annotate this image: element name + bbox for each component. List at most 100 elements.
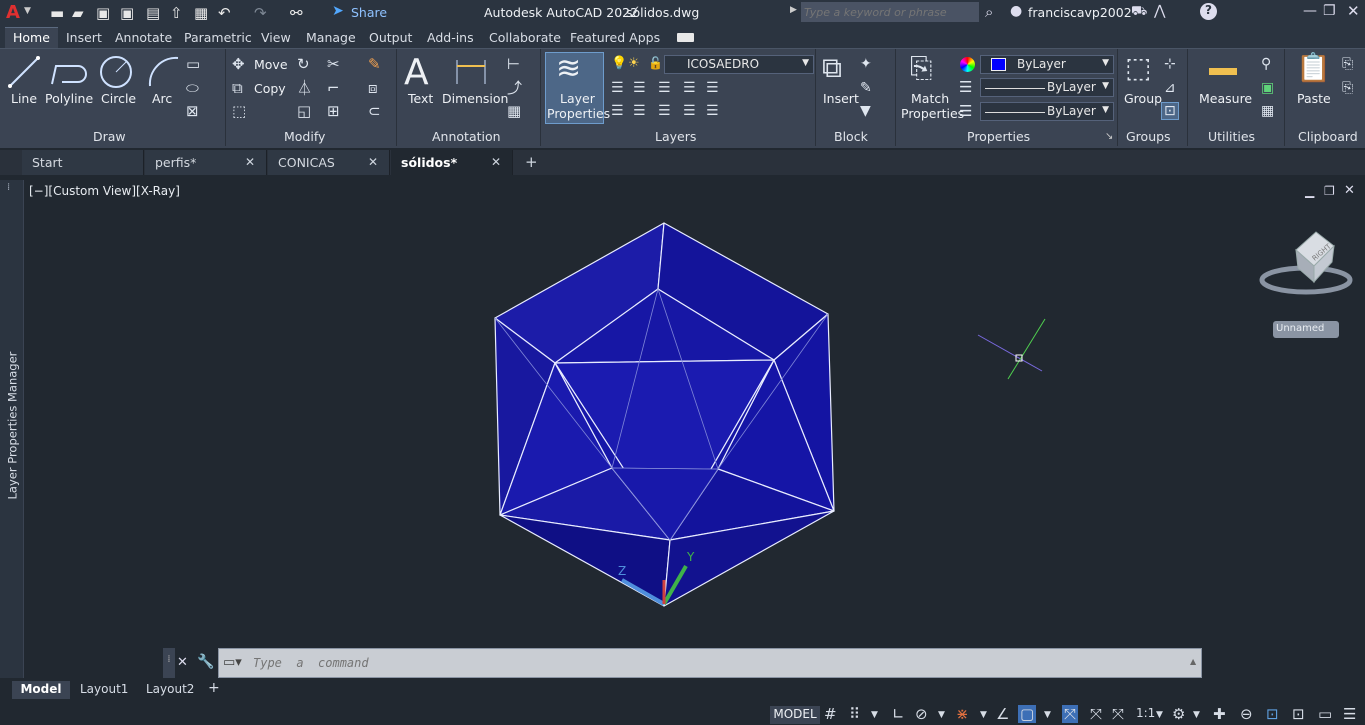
tab-addins[interactable]: Add-ins (427, 30, 474, 45)
viewport-controls-label[interactable]: [−][Custom View][X-Ray] (29, 184, 180, 198)
insert-button[interactable]: Insert (823, 91, 859, 106)
snap-icon[interactable]: ⠿ (849, 705, 860, 723)
layer-tools-4-icon[interactable]: ☰ (683, 81, 696, 95)
group-icon[interactable]: ⬚ (1125, 54, 1151, 82)
annotation-visibility-icon[interactable]: ⤧ (1062, 705, 1079, 723)
clean-screen-icon[interactable]: ▭ (1318, 705, 1332, 723)
scale-menu-icon[interactable]: ▼ (1156, 710, 1163, 720)
block-attributes-icon[interactable]: ▼ (860, 104, 871, 118)
layer-tools-9-icon[interactable]: ☰ (683, 104, 696, 118)
layer-on-icon[interactable]: 💡 (611, 57, 627, 70)
clipboard-panel-label[interactable]: Clipboard (1298, 129, 1358, 144)
restore-icon[interactable]: ❐ (1323, 3, 1336, 19)
save-icon[interactable]: ▣ (96, 4, 110, 22)
create-block-icon[interactable]: ✦ (860, 57, 872, 71)
layer-freeze-icon[interactable]: ☀ (628, 57, 640, 70)
layers-panel-label[interactable]: Layers (655, 129, 696, 144)
offset-icon[interactable]: ⊂ (368, 104, 381, 119)
paste-button[interactable]: Paste (1297, 91, 1331, 106)
named-view-dropdown[interactable]: Unnamed (1273, 321, 1339, 338)
save-web-icon[interactable]: ⇧ (170, 4, 183, 22)
doc-tab-start[interactable]: Start (22, 150, 144, 175)
command-prompt-icon[interactable]: ▭▾ (223, 655, 242, 670)
select-all-icon[interactable]: ▣ (1261, 81, 1274, 95)
explode-icon[interactable]: ⧈ (368, 81, 378, 96)
isodraft-menu-icon[interactable]: ▼ (980, 710, 987, 720)
hardware-acceleration-icon[interactable]: ⊡ (1292, 705, 1305, 723)
open-web-icon[interactable]: ▤ (146, 4, 160, 22)
command-input[interactable] (253, 652, 1173, 674)
move-icon[interactable]: ✥ (232, 57, 245, 72)
draw-panel-label[interactable]: Draw (93, 129, 126, 144)
search-input[interactable] (801, 2, 979, 22)
object-snap-tracking-icon[interactable]: ∠ (996, 705, 1009, 723)
add-layout-icon[interactable]: + (208, 680, 220, 696)
model-space-toggle[interactable]: MODEL (770, 706, 820, 724)
search-expand-icon[interactable]: ▶ (790, 5, 797, 15)
array-icon[interactable]: ⊞ (327, 104, 340, 119)
annotation-scale-icon[interactable]: ⤧ (1112, 705, 1124, 723)
group-button[interactable]: Group (1124, 91, 1162, 106)
ortho-icon[interactable]: ∟ (892, 705, 905, 723)
icosahedron-solid[interactable] (490, 218, 840, 612)
insert-block-icon[interactable]: ⧉ (822, 54, 842, 82)
tab-collaborate[interactable]: Collaborate (489, 30, 561, 45)
erase-icon[interactable]: ✎ (368, 57, 381, 72)
app-menu-arrow-icon[interactable]: ▼ (24, 6, 31, 16)
text-icon[interactable]: A (404, 52, 429, 93)
command-close-icon[interactable]: ✕ (177, 655, 188, 670)
layer-dropdown[interactable]: ICOSAEDRO ▼ (664, 55, 814, 74)
new-file-icon[interactable]: ▬ (50, 4, 64, 22)
tab-home[interactable]: Home (5, 27, 58, 48)
search-icon[interactable]: ⌕ (985, 3, 993, 21)
polar-menu-icon[interactable]: ▼ (938, 710, 945, 720)
edit-block-icon[interactable]: ✎ (860, 81, 872, 95)
app-logo[interactable]: A (6, 2, 20, 23)
text-button[interactable]: Text (408, 91, 433, 106)
quick-properties-icon[interactable]: ⊡ (1266, 705, 1279, 723)
layer-properties-manager-palette[interactable]: ⁞ Layer Properties Manager (0, 180, 24, 680)
properties-launcher-icon[interactable]: ↘ (1105, 131, 1113, 142)
redo-icon[interactable]: ↷ (254, 4, 267, 22)
layer-lock-icon[interactable]: 🔓 (648, 57, 663, 69)
move-button[interactable]: Move (254, 57, 288, 72)
calculator-icon[interactable]: ▦ (1261, 104, 1274, 118)
polyline-icon[interactable] (48, 54, 88, 90)
object-snap-menu-icon[interactable]: ▼ (1044, 710, 1051, 720)
autodesk-app-icon[interactable]: ⋀ (1154, 3, 1165, 19)
new-tab-icon[interactable]: + (525, 153, 538, 171)
ungroup-icon[interactable]: ⊹ (1164, 57, 1176, 71)
viewport-restore-icon[interactable]: ❐ (1324, 184, 1335, 198)
match-properties-icon[interactable]: ⎘ (910, 54, 932, 82)
layer-tools-1-icon[interactable]: ☰ (611, 81, 624, 95)
share-icon[interactable]: ➤ (332, 3, 344, 19)
annotation-monitor-icon[interactable]: ✚ (1213, 705, 1226, 723)
layer-tools-2-icon[interactable]: ☰ (633, 81, 646, 95)
tab-output[interactable]: Output (369, 30, 412, 45)
auto-scale-icon[interactable]: ⤧ (1090, 705, 1102, 723)
table-icon[interactable]: ▦ (507, 104, 521, 119)
dimension-button[interactable]: Dimension (442, 91, 508, 106)
tab-parametric[interactable]: Parametric (184, 30, 252, 45)
tab-view[interactable]: View (261, 30, 291, 45)
workspace-menu-icon[interactable]: ▼ (1193, 710, 1200, 720)
viewport-minimize-icon[interactable]: ▁ (1305, 184, 1314, 198)
scale-icon[interactable]: ◱ (297, 104, 311, 119)
workspace-gear-icon[interactable]: ⚙ (1172, 705, 1185, 723)
block-panel-label[interactable]: Block (834, 129, 868, 144)
tab-manage[interactable]: Manage (306, 30, 356, 45)
layer-tools-8-icon[interactable]: ☰ (658, 104, 671, 118)
circle-icon[interactable] (98, 54, 134, 90)
layer-tools-6-icon[interactable]: ☰ (611, 104, 624, 118)
layer-tools-7-icon[interactable]: ☰ (633, 104, 646, 118)
linear-dim-icon[interactable]: ⊢ (507, 57, 520, 72)
object-snap-icon[interactable]: ▢ (1018, 705, 1037, 723)
arc-icon[interactable] (146, 54, 182, 90)
copy-clip-icon[interactable]: ⎘ (1342, 57, 1353, 71)
match-properties-label-2[interactable]: Properties (901, 106, 964, 121)
layer-tools-3-icon[interactable]: ☰ (658, 81, 671, 95)
fillet-icon[interactable]: ⌐ (327, 81, 340, 96)
measure-icon[interactable] (1209, 68, 1237, 75)
plot-icon[interactable]: ▦ (194, 4, 208, 22)
boundary-icon[interactable]: ⊠ (186, 104, 199, 119)
